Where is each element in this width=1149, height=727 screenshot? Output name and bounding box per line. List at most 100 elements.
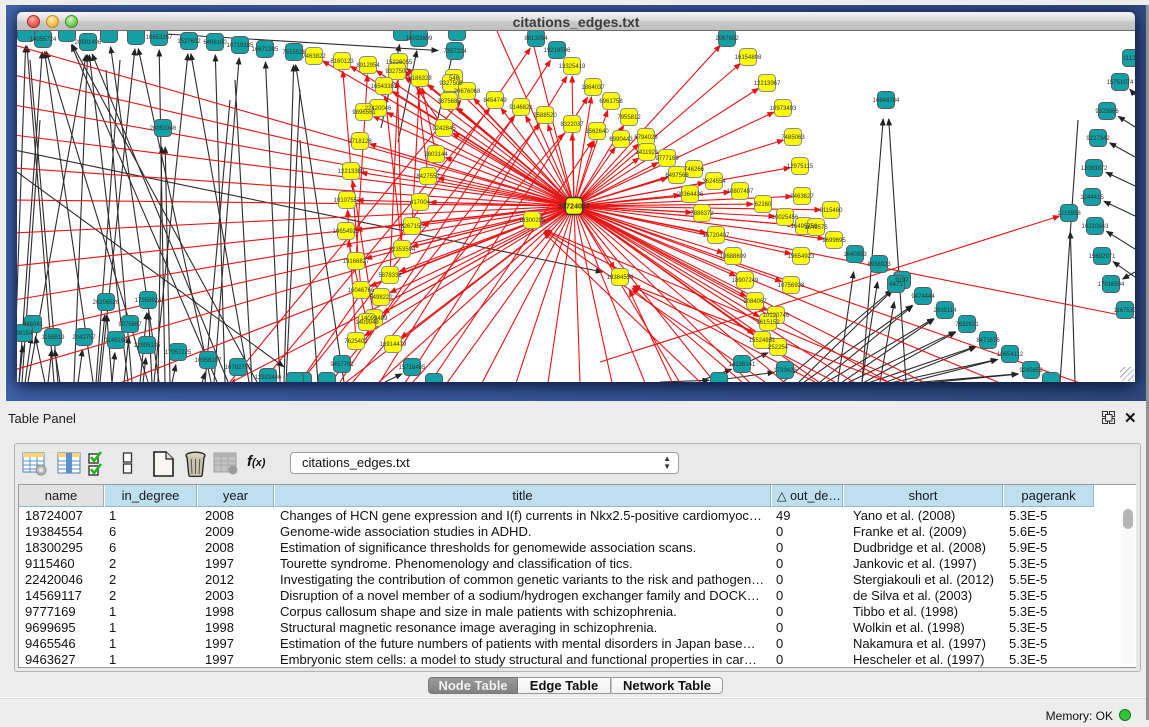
svg-text:8160123: 8160123 (330, 59, 354, 65)
svg-text:6466160: 6466160 (203, 40, 227, 46)
svg-text:8322037: 8322037 (560, 122, 584, 128)
svg-text:985061: 985061 (23, 322, 44, 328)
svg-text:17957225: 17957225 (165, 350, 192, 356)
svg-text:7886372: 7886372 (690, 211, 714, 217)
svg-text:9896561: 9896561 (352, 110, 376, 116)
svg-text:15692971: 15692971 (1089, 254, 1116, 260)
svg-text:1244415: 1244415 (1080, 195, 1104, 201)
svg-text:1640953: 1640953 (843, 252, 867, 258)
svg-text:8938923: 8938923 (867, 262, 891, 268)
svg-text:12093872: 12093872 (1081, 166, 1108, 172)
svg-text:16543382: 16543382 (371, 84, 398, 90)
svg-text:16033809: 16033809 (406, 36, 433, 42)
svg-text:7357224: 7357224 (443, 49, 467, 55)
svg-text:16914479: 16914479 (380, 342, 407, 348)
svg-text:16210643: 16210643 (1082, 224, 1109, 230)
svg-text:12975115: 12975115 (787, 164, 814, 170)
svg-text:7463822: 7463822 (302, 54, 326, 60)
svg-text:8427552: 8427552 (416, 174, 440, 180)
svg-text:9327500: 9327500 (385, 69, 409, 75)
svg-text:6961758: 6961758 (599, 99, 623, 105)
svg-text:10025456: 10025456 (772, 215, 799, 221)
svg-text:1145194: 1145194 (105, 338, 129, 344)
svg-text:3875685: 3875685 (437, 99, 461, 105)
svg-text:15524851: 15524851 (749, 338, 776, 344)
svg-text:18724007: 18724007 (558, 202, 590, 211)
svg-text:7625402: 7625402 (344, 339, 368, 345)
svg-text:10120746: 10120746 (763, 313, 790, 319)
svg-text:5498222: 5498222 (369, 295, 393, 301)
svg-text:2935114: 2935114 (934, 308, 958, 314)
svg-text:2588520: 2588520 (533, 113, 557, 119)
svg-text:12213389: 12213389 (338, 169, 365, 175)
svg-text:19654923: 19654923 (788, 254, 815, 260)
svg-text:19654925: 19654925 (333, 229, 360, 235)
svg-text:16648784: 16648784 (873, 98, 900, 104)
svg-text:19166827: 19166827 (343, 259, 370, 265)
svg-text:252254: 252254 (768, 345, 789, 351)
svg-text:7955812: 7955812 (617, 115, 641, 121)
svg-text:9115460: 9115460 (820, 208, 844, 214)
svg-text:13325419: 13325419 (559, 64, 586, 70)
svg-text:10958107: 10958107 (195, 358, 222, 364)
svg-text:10719185: 10719185 (227, 43, 254, 49)
svg-text:19384554: 19384554 (607, 275, 634, 281)
svg-text:17359924: 17359924 (135, 298, 162, 304)
svg-text:9463627: 9463627 (790, 194, 814, 200)
svg-text:17016504: 17016504 (1098, 282, 1125, 288)
svg-text:9245652: 9245652 (1019, 368, 1043, 374)
svg-text:10807487: 10807487 (727, 189, 754, 195)
svg-text:15720407: 15720407 (703, 233, 730, 239)
svg-text:2803144: 2803144 (424, 152, 448, 158)
svg-text:1527602: 1527602 (177, 39, 201, 45)
svg-text:9975887: 9975887 (118, 322, 142, 328)
svg-text:417004: 417004 (410, 200, 431, 206)
svg-text:18907249: 18907249 (732, 278, 759, 284)
svg-text:9327508: 9327508 (439, 81, 463, 87)
svg-text:9084067: 9084067 (743, 299, 767, 305)
svg-text:1562640: 1562640 (585, 129, 609, 135)
svg-text:20206526: 20206526 (93, 300, 120, 306)
svg-text:20676068: 20676068 (454, 89, 481, 95)
svg-text:10688609: 10688609 (720, 254, 747, 260)
svg-text:16046766: 16046766 (348, 288, 375, 294)
svg-text:20691406: 20691406 (75, 40, 102, 46)
svg-text:1649575: 1649575 (804, 225, 828, 231)
svg-text:12923446: 12923446 (255, 375, 282, 381)
svg-text:9777169: 9777169 (655, 156, 679, 162)
svg-text:1864037: 1864037 (581, 85, 605, 91)
svg-text:10756928: 10756928 (778, 283, 805, 289)
svg-text:15751074: 15751074 (1107, 80, 1134, 86)
svg-text:8186328: 8186328 (408, 76, 432, 82)
svg-text:12213967: 12213967 (754, 81, 781, 87)
svg-text:9474444: 9474444 (911, 294, 935, 300)
svg-text:9146821: 9146821 (509, 105, 533, 111)
svg-text:16782759: 16782759 (225, 365, 252, 371)
svg-text:11123: 11123 (1123, 56, 1135, 62)
svg-text:8267150: 8267150 (400, 224, 424, 230)
svg-text:1409948: 1409948 (355, 320, 379, 326)
svg-text:8813054: 8813054 (524, 36, 548, 42)
svg-text:14136141: 14136141 (729, 362, 756, 368)
svg-text:39154: 39154 (17, 331, 33, 337)
svg-text:10654112: 10654112 (997, 352, 1024, 358)
svg-text:10653267: 10653267 (146, 35, 173, 41)
svg-text:16671385: 16671385 (252, 47, 279, 53)
svg-text:1215958: 1215958 (1057, 211, 1081, 217)
svg-text:15716485: 15716485 (399, 365, 426, 371)
svg-text:1167533: 1167533 (1114, 308, 1135, 314)
svg-text:1156819: 1156819 (42, 335, 66, 341)
svg-text:20364436: 20364436 (677, 192, 704, 198)
svg-text:6990443: 6990443 (609, 137, 633, 143)
svg-text:15226055: 15226055 (386, 60, 413, 66)
svg-text:6497568: 6497568 (665, 173, 689, 179)
svg-text:18300295: 18300295 (519, 218, 546, 224)
svg-text:1733426: 1733426 (773, 368, 797, 374)
svg-text:12905135: 12905135 (134, 343, 161, 349)
svg-text:20053346: 20053346 (150, 126, 177, 132)
svg-text:12353594: 12353594 (389, 247, 416, 253)
svg-text:9242845: 9242845 (432, 126, 456, 132)
svg-text:16154808: 16154808 (735, 55, 762, 61)
svg-text:5878332: 5878332 (378, 273, 402, 279)
svg-text:9699695: 9699695 (822, 238, 846, 244)
